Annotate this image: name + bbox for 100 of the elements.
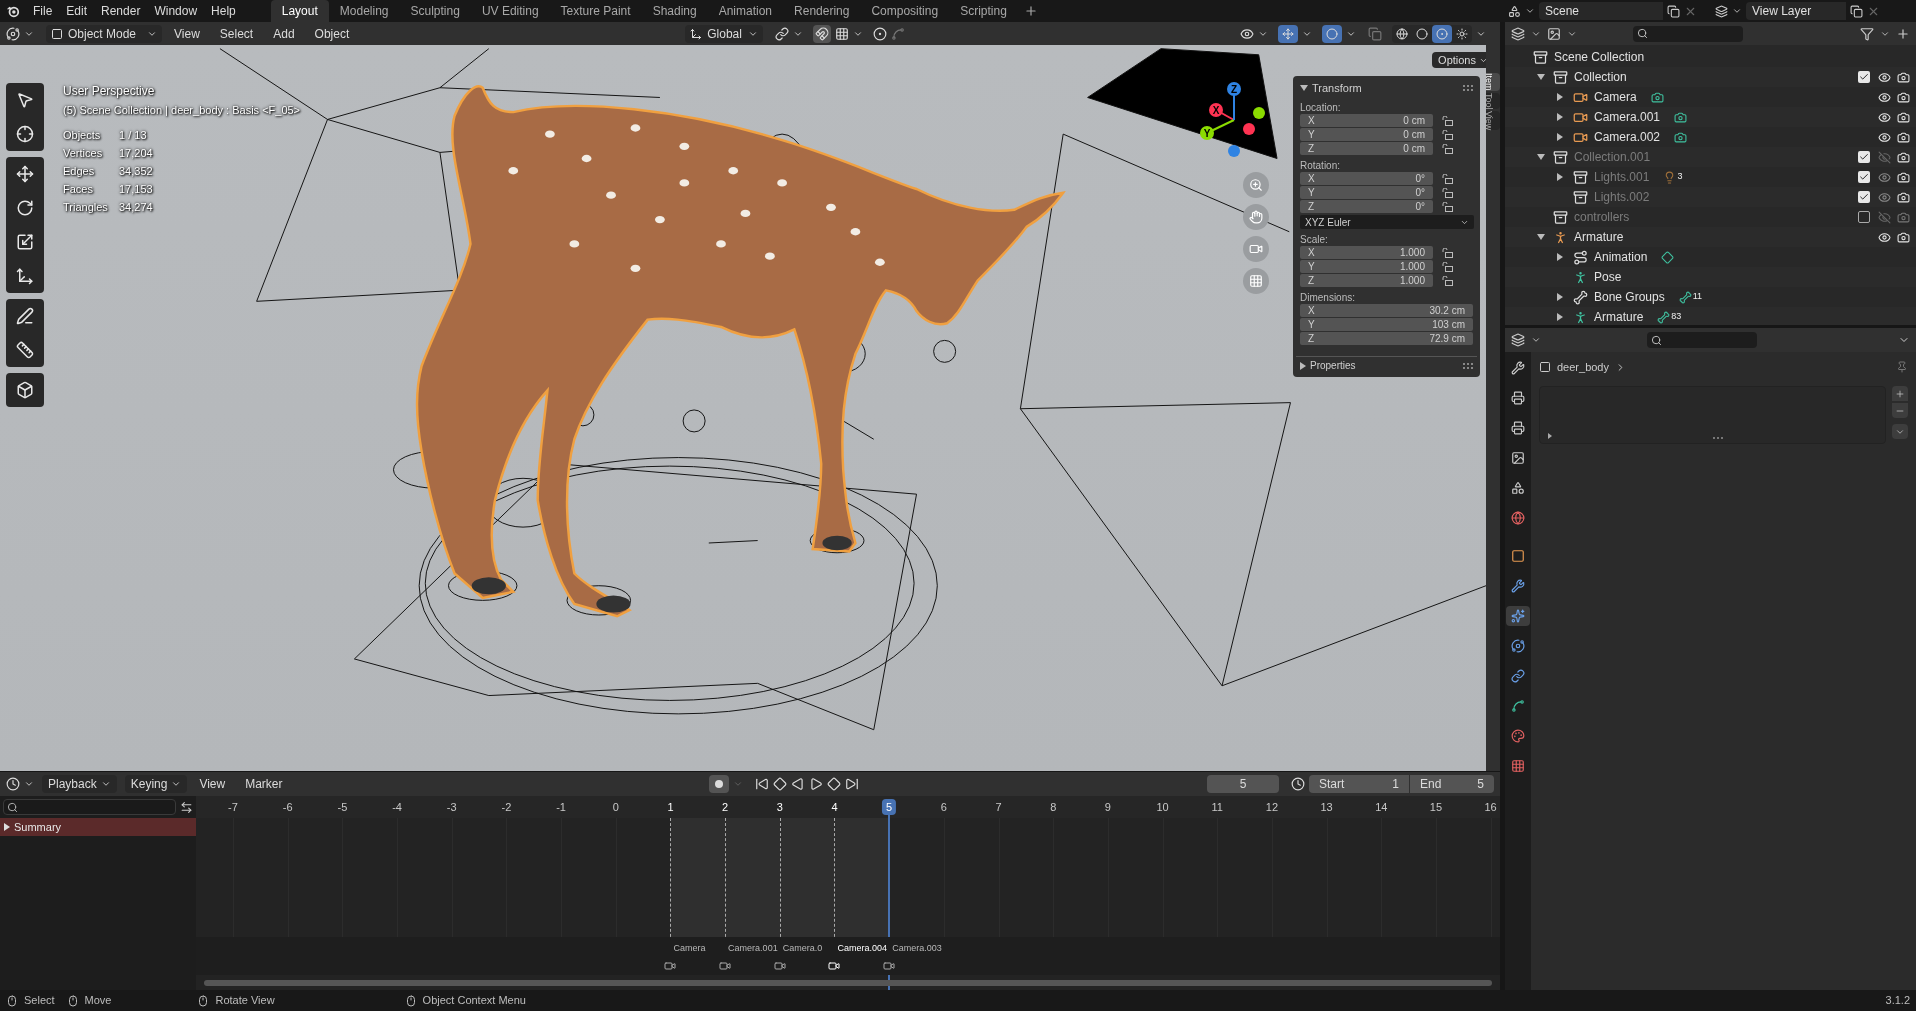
number-field[interactable]: Z 0 cm (1300, 142, 1433, 155)
version-label: 3.1.2 (1885, 993, 1910, 1009)
menu-item[interactable]: Help (204, 0, 243, 22)
mode-dropdown[interactable]: Object Mode (46, 24, 163, 43)
count-label: 11 (1692, 290, 1703, 304)
current-frame-field[interactable]: 5 (1207, 775, 1279, 794)
number-field[interactable]: X 1.000 (1300, 246, 1433, 259)
frame-number: 2 (722, 800, 729, 816)
menu-item[interactable]: View (166, 24, 208, 43)
number-field[interactable]: X 0° (1300, 172, 1433, 185)
status-hint: Object Context Menu (422, 993, 526, 1009)
marker-label: Camera.004 (837, 942, 887, 954)
group-label: Rotation: (1300, 159, 1342, 172)
menu-item[interactable]: Keying (124, 775, 188, 794)
context-label: (5) Scene Collection | deer_body : Basis <F_05> (63, 103, 301, 118)
options-button[interactable]: Options (1432, 52, 1486, 68)
workspace-tab[interactable]: Shading (641, 0, 708, 22)
menu-item[interactable]: Edit (59, 0, 95, 22)
menu-item[interactable]: Playback (42, 775, 117, 794)
marker-label: Camera.001 (728, 942, 778, 954)
stat-label: Edges (63, 163, 96, 179)
view-layer-field[interactable]: View Layer (1746, 2, 1846, 20)
stat-label: Vertices (63, 145, 104, 161)
marker-label: Camera (673, 942, 706, 954)
workspace-tab[interactable]: Animation (707, 0, 784, 22)
count-label: 83 (1671, 310, 1682, 324)
channel-row[interactable]: Summary (0, 818, 196, 837)
stat-label: Triangles (63, 199, 109, 215)
number-field[interactable]: Y 1.000 (1300, 260, 1433, 273)
scene-field[interactable]: Scene (1539, 2, 1663, 20)
frame-number: 10 (1156, 800, 1169, 816)
marker-label: Camera.003 (892, 942, 942, 954)
stat-value: 34,352 (119, 163, 153, 179)
menu-item[interactable]: Marker (237, 775, 291, 794)
frame-number: 9 (1104, 800, 1111, 816)
frame-number: 3 (776, 800, 783, 816)
timeline-area[interactable]: -7 -6 -5 -4 -3 -2 -1 0 1 2 3 4 5 6 7 8 9 10 11 12 13 14 15 16 Camera Camera.001 Camera.0 Camera.004 Camera.003 (196, 796, 1500, 990)
panel-title[interactable]: Properties (1310, 358, 1356, 373)
sidebar-tab[interactable]: Item (1486, 73, 1500, 91)
number-field[interactable]: X 0 cm (1300, 114, 1433, 127)
stat-value: 17,204 (119, 145, 153, 161)
menu-item[interactable]: Object (306, 24, 358, 43)
frame-number: 15 (1429, 800, 1443, 816)
frame-number: -1 (556, 800, 566, 816)
axis-label: Y (1203, 127, 1211, 139)
status-hint: Move (84, 993, 112, 1009)
navigation-gizmo[interactable]: X Y Z (1191, 77, 1271, 163)
workspace-tab[interactable]: Texture Paint (549, 0, 642, 22)
frame-number: -7 (228, 800, 238, 816)
number-field[interactable]: Z 0° (1300, 200, 1433, 213)
workspace-tab[interactable]: UV Editing (470, 0, 550, 22)
frame-number: 7 (995, 800, 1002, 816)
workspace-tab[interactable]: Sculpting (399, 0, 471, 22)
stat-label: Faces (63, 181, 94, 197)
start-frame-field[interactable]: Start 1 (1309, 775, 1409, 794)
workspace-tab[interactable]: Modeling (328, 0, 400, 22)
group-label: Scale: (1300, 233, 1329, 246)
stat-value: 17,153 (119, 181, 153, 197)
workspace-tab[interactable]: Scripting (949, 0, 1018, 22)
sidebar-tab[interactable]: View (1486, 111, 1500, 131)
group-label: Dimensions: (1300, 291, 1357, 304)
orientation-dropdown[interactable]: Global (685, 24, 764, 43)
number-field[interactable]: Y 0° (1300, 186, 1433, 199)
frame-number: 16 (1484, 800, 1497, 816)
number-field[interactable]: Z 1.000 (1300, 274, 1433, 287)
workspace-tab[interactable]: Layout (270, 0, 329, 22)
number-field[interactable]: Y 103 cm (1300, 318, 1473, 331)
workspace-tab[interactable]: Rendering (783, 0, 861, 22)
frame-number: 14 (1375, 800, 1388, 816)
frame-number: 8 (1050, 800, 1057, 816)
frame-number: 0 (612, 800, 619, 816)
menu-item[interactable]: Window (147, 0, 205, 22)
axis-label: X (1212, 104, 1220, 116)
menu-item[interactable]: Render (94, 0, 148, 22)
group-label: Location: (1300, 101, 1342, 114)
frame-number: -3 (446, 800, 457, 816)
marker-label: Camera.0 (782, 942, 823, 954)
frame-number: 12 (1265, 800, 1279, 816)
axis-label: Z (1230, 83, 1238, 95)
panel-title[interactable]: Transform (1312, 79, 1362, 97)
frame-number: -5 (337, 800, 348, 816)
number-field[interactable]: Y 0 cm (1300, 128, 1433, 141)
menu-item[interactable]: Add (265, 24, 303, 43)
menu-item[interactable]: File (26, 0, 60, 22)
frame-number: 6 (940, 800, 947, 816)
menu-item[interactable]: View (191, 775, 234, 794)
end-frame-field[interactable]: End 5 (1410, 775, 1494, 794)
rotation-mode-dropdown[interactable]: XYZ Euler (1300, 215, 1474, 229)
number-field[interactable]: Z 72.9 cm (1300, 332, 1473, 345)
frame-number: 11 (1211, 800, 1223, 816)
workspace-tab[interactable]: Compositing (860, 0, 950, 22)
frame-number: -4 (392, 800, 402, 816)
frame-number: 4 (831, 800, 838, 816)
frame-number: -6 (282, 800, 293, 816)
stat-value: 1 / 13 (119, 127, 147, 143)
status-hint: Rotate View (215, 993, 275, 1009)
number-field[interactable]: X 30.2 cm (1300, 304, 1473, 317)
menu-item[interactable]: Select (211, 24, 262, 43)
stat-value: 34,274 (119, 199, 153, 215)
sidebar-tab[interactable]: Tool (1486, 92, 1500, 110)
